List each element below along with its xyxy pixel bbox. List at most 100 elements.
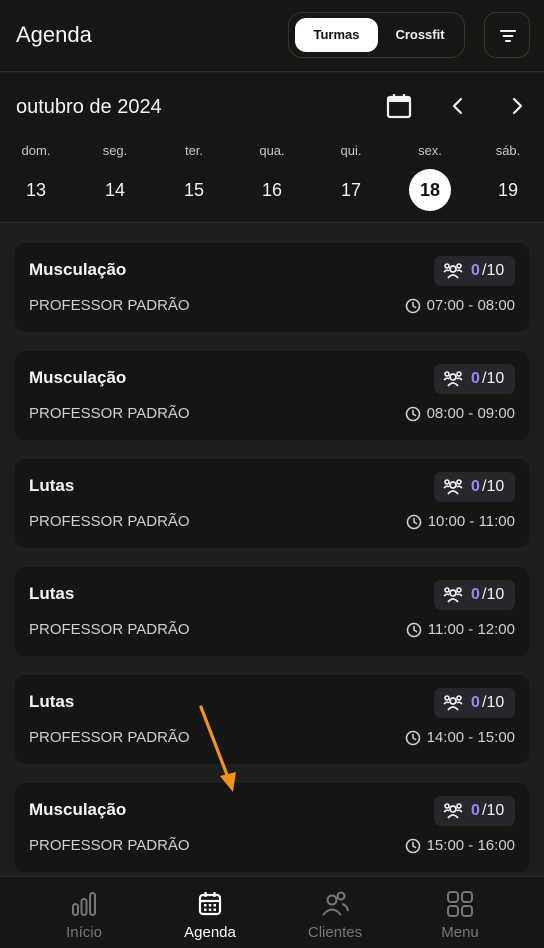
annotation-arrow-icon xyxy=(199,705,236,792)
time-range: 14:00 - 15:00 xyxy=(426,729,515,746)
clock-icon xyxy=(405,730,420,746)
class-time: 07:00 - 08:00 xyxy=(405,297,515,314)
nav-label: Menu xyxy=(441,924,479,941)
weekday-label: ter. xyxy=(184,143,204,158)
day-number: 16 xyxy=(261,180,283,200)
day-item[interactable]: dom. 13 xyxy=(6,143,66,211)
day-number: 17 xyxy=(340,180,362,200)
day-number: 19 xyxy=(497,180,519,200)
nav-label: Agenda xyxy=(184,924,236,941)
capacity-badge: 0 /10 xyxy=(434,472,515,502)
month-label: outubro de 2024 xyxy=(16,96,162,118)
capacity-badge: 0 /10 xyxy=(434,364,515,394)
chevron-left-icon[interactable] xyxy=(449,95,467,117)
clock-icon xyxy=(405,838,420,854)
group-icon xyxy=(443,587,463,603)
capacity-badge: 0 /10 xyxy=(434,688,515,718)
enrolled-count: 0 xyxy=(471,262,480,279)
day-number: 13 xyxy=(25,180,47,200)
clock-icon xyxy=(406,514,422,530)
day-item[interactable]: qui. 17 xyxy=(321,143,381,211)
day-item[interactable]: ter. 15 xyxy=(164,143,224,211)
class-card[interactable]: Musculação PROFESSOR PADRÃO 0 /10 08:00 … xyxy=(15,351,529,440)
time-range: 15:00 - 16:00 xyxy=(426,837,515,854)
clock-icon xyxy=(405,406,420,422)
nav-inicio[interactable]: Início xyxy=(21,877,147,948)
time-range: 10:00 - 11:00 xyxy=(427,513,515,530)
class-title: Musculação xyxy=(29,260,127,279)
group-icon xyxy=(443,695,463,711)
class-card[interactable]: Musculação PROFESSOR PADRÃO 0 /10 15:00 … xyxy=(15,783,529,872)
class-time: 10:00 - 11:00 xyxy=(406,513,515,530)
class-time: 15:00 - 16:00 xyxy=(405,837,515,854)
class-list: Musculação PROFESSOR PADRÃO 0 /10 07:00 … xyxy=(0,224,544,876)
nav-label: Clientes xyxy=(307,924,363,941)
enrolled-count: 0 xyxy=(471,586,480,603)
week-calendar: outubro de 2024 dom. 13 seg. 14 ter. 15 … xyxy=(0,73,544,223)
day-item[interactable]: sáb. 19 xyxy=(478,143,538,211)
group-icon xyxy=(443,479,463,495)
class-teacher: PROFESSOR PADRÃO xyxy=(29,837,190,854)
time-range: 11:00 - 12:00 xyxy=(427,621,515,638)
users-icon xyxy=(322,891,349,916)
weekday-label: qui. xyxy=(340,143,362,158)
class-card[interactable]: Lutas PROFESSOR PADRÃO 0 /10 10:00 - 11:… xyxy=(15,459,529,548)
view-toggle[interactable]: Turmas Crossfit xyxy=(288,12,465,58)
class-time: 11:00 - 12:00 xyxy=(406,621,515,638)
group-icon xyxy=(443,263,463,279)
day-item[interactable]: qua. 16 xyxy=(242,143,302,211)
day-item-selected[interactable]: sex. 18 xyxy=(400,143,460,211)
filter-icon xyxy=(500,30,516,42)
class-teacher: PROFESSOR PADRÃO xyxy=(29,513,190,530)
class-title: Musculação xyxy=(29,800,127,819)
day-selector: dom. 13 seg. 14 ter. 15 qua. 16 qui. 17 … xyxy=(0,143,544,213)
class-card[interactable]: Lutas PROFESSOR PADRÃO 0 /10 11:00 - 12:… xyxy=(15,567,529,656)
enrolled-count: 0 xyxy=(471,478,480,495)
weekday-label: seg. xyxy=(102,143,128,158)
class-card[interactable]: Lutas PROFESSOR PADRÃO 0 /10 14:00 - 15:… xyxy=(15,675,529,764)
class-teacher: PROFESSOR PADRÃO xyxy=(29,405,190,422)
enrolled-count: 0 xyxy=(471,802,480,819)
capacity-total: /10 xyxy=(482,478,505,495)
capacity-total: /10 xyxy=(482,586,505,603)
class-title: Lutas xyxy=(29,692,75,711)
clock-icon xyxy=(405,298,420,314)
chevron-right-icon[interactable] xyxy=(508,95,526,117)
time-range: 08:00 - 09:00 xyxy=(426,405,515,422)
weekday-label: qua. xyxy=(259,143,285,158)
calendar-icon xyxy=(198,892,222,916)
class-title: Musculação xyxy=(29,368,127,387)
class-title: Lutas xyxy=(29,584,75,603)
grid-icon xyxy=(447,891,473,917)
day-item[interactable]: seg. 14 xyxy=(85,143,145,211)
weekday-label: dom. xyxy=(21,143,51,158)
bottom-navigation: Início Agenda Clientes Menu xyxy=(0,876,544,948)
nav-label: Início xyxy=(66,924,102,941)
capacity-badge: 0 /10 xyxy=(434,256,515,286)
day-number: 18 xyxy=(409,169,451,211)
group-icon xyxy=(443,803,463,819)
page-title: Agenda xyxy=(16,22,92,47)
toggle-crossfit[interactable]: Crossfit xyxy=(381,18,459,52)
capacity-total: /10 xyxy=(482,262,505,279)
nav-clientes[interactable]: Clientes xyxy=(272,877,398,948)
nav-agenda[interactable]: Agenda xyxy=(147,877,273,948)
capacity-badge: 0 /10 xyxy=(434,796,515,826)
day-number: 15 xyxy=(183,180,205,200)
class-card[interactable]: Musculação PROFESSOR PADRÃO 0 /10 07:00 … xyxy=(15,243,529,332)
class-teacher: PROFESSOR PADRÃO xyxy=(29,729,190,746)
class-time: 08:00 - 09:00 xyxy=(405,405,515,422)
class-teacher: PROFESSOR PADRÃO xyxy=(29,297,190,314)
chart-bars-icon xyxy=(72,892,96,916)
nav-menu[interactable]: Menu xyxy=(397,877,523,948)
capacity-total: /10 xyxy=(482,802,505,819)
filter-button[interactable] xyxy=(484,12,530,58)
toggle-turmas[interactable]: Turmas xyxy=(295,18,378,52)
calendar-picker-icon[interactable] xyxy=(385,92,413,120)
day-number: 14 xyxy=(104,180,126,200)
weekday-label: sáb. xyxy=(495,143,521,158)
capacity-total: /10 xyxy=(482,370,505,387)
class-title: Lutas xyxy=(29,476,75,495)
class-time: 14:00 - 15:00 xyxy=(405,729,515,746)
capacity-total: /10 xyxy=(482,694,505,711)
